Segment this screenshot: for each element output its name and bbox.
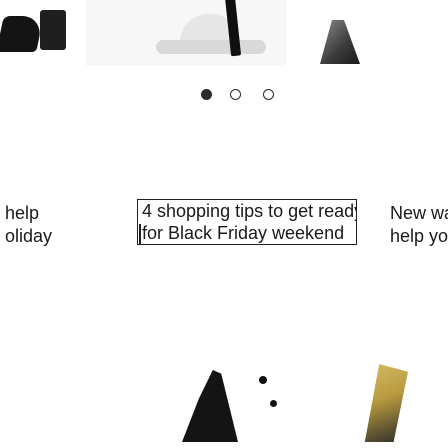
product-image-shape	[40, 10, 66, 50]
article-title-line: 4 shopping tips to get ready	[142, 201, 357, 221]
carousel-stage: help oliday 4 shopping tips to get ready…	[0, 0, 448, 448]
article-link-right[interactable]: New wa help you	[390, 202, 448, 248]
decorative-dot	[259, 376, 267, 384]
pagination-dot-2[interactable]	[230, 89, 241, 100]
carousel-image-strip-bottom	[0, 340, 448, 448]
article-title-line: oliday	[5, 226, 53, 246]
product-image-right[interactable]	[300, 0, 420, 68]
article-title-line: for Black Friday weekend	[142, 223, 345, 243]
article-title-line: New wa	[390, 203, 448, 223]
product-image-bottom-right[interactable]	[364, 364, 408, 442]
article-title-line: help	[5, 203, 40, 223]
product-image-bottom-center[interactable]	[182, 370, 238, 442]
decorative-dot	[270, 400, 277, 407]
pagination-dot-3[interactable]	[263, 89, 274, 100]
product-image-shape	[156, 40, 266, 54]
pagination-dot-1[interactable]	[201, 89, 212, 100]
carousel-image-strip	[0, 0, 448, 70]
article-link-left[interactable]: help oliday	[5, 202, 52, 248]
product-image-center[interactable]	[86, 0, 286, 66]
text-cursor	[139, 224, 141, 244]
article-link-focused[interactable]: 4 shopping tips to get ready for Black F…	[137, 199, 357, 245]
product-image-shape	[0, 16, 44, 52]
article-title-line: help you	[390, 226, 448, 246]
product-image-left[interactable]	[0, 0, 86, 58]
product-image-shape	[320, 20, 360, 64]
carousel-pagination	[0, 89, 448, 103]
